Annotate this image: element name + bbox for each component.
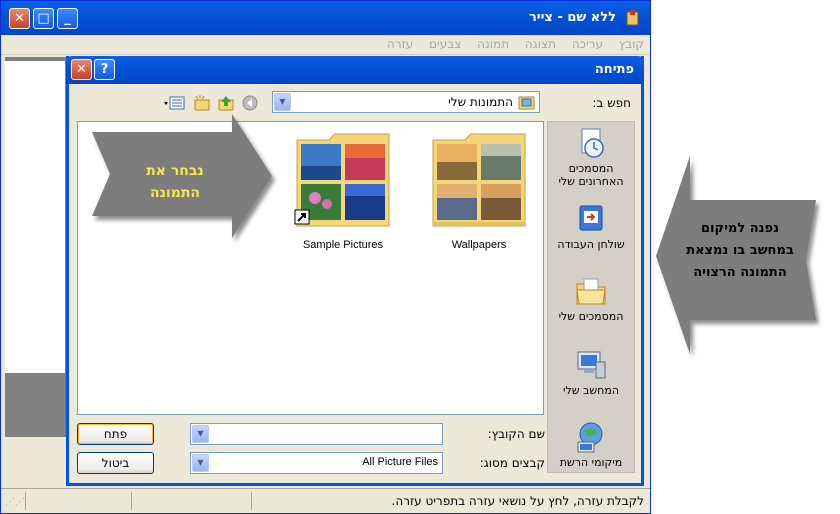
menu-view[interactable]: תצוגה: [519, 35, 562, 53]
place-label: המסמכים האחרונים שלי: [558, 162, 624, 188]
dialog-close-button[interactable]: ✕: [71, 59, 92, 80]
paint-canvas[interactable]: [5, 61, 65, 373]
place-recent-documents[interactable]: המסמכים האחרונים שלי: [548, 126, 634, 188]
paint-maximize-button[interactable]: □: [33, 8, 54, 29]
network-places-icon: [577, 422, 603, 453]
look-in-label: חפש ב:: [592, 96, 631, 110]
place-network[interactable]: מיקומי הרשת: [548, 420, 634, 469]
status-divider: [131, 492, 132, 510]
menu-image[interactable]: תמונה: [471, 35, 515, 53]
place-label: מיקומי הרשת: [559, 456, 623, 469]
file-type-value: All Picture Files: [362, 456, 438, 468]
my-documents-icon: [576, 278, 606, 305]
place-label: המסמכים שלי: [558, 310, 624, 323]
recent-documents-icon: [581, 128, 604, 158]
place-my-computer[interactable]: המחשב שלי: [548, 348, 634, 397]
paint-statusbar: ⋰⋰ לקבלת עזרה, לחץ על נושאי עזרה בתפריט …: [1, 488, 650, 513]
chevron-down-icon[interactable]: ▼: [192, 425, 209, 443]
dialog-help-button[interactable]: ?: [94, 59, 115, 80]
my-computer-icon: [577, 351, 606, 379]
status-divider: [25, 492, 26, 510]
folder-shortcut-icon: [294, 133, 390, 227]
menu-help[interactable]: עזרה: [381, 35, 419, 53]
file-name-label: שם הקובץ:: [487, 427, 545, 441]
dialog-title: פתיחה: [594, 62, 634, 77]
chevron-down-icon[interactable]: ▼: [192, 454, 209, 472]
look-in-dropdown[interactable]: ▼ התמונות שלי: [272, 91, 540, 113]
menu-edit[interactable]: עריכה: [566, 35, 609, 53]
folder-icon: [432, 133, 526, 227]
screenshot: ✕ □ _ ללא שם - צייר קובץ עריכה תצוגה תמו…: [0, 0, 840, 514]
my-pictures-icon: [518, 96, 535, 110]
menu-colors[interactable]: צבעים: [423, 35, 467, 53]
paint-menubar: קובץ עריכה תצוגה תמונה צבעים עזרה: [1, 35, 650, 55]
chevron-down-icon[interactable]: ▼: [274, 93, 291, 111]
menu-file[interactable]: קובץ: [613, 35, 650, 53]
look-in-value: התמונות שלי: [448, 95, 513, 109]
dialog-titlebar: ✕ ? פתיחה: [66, 56, 644, 84]
paint-minimize-button[interactable]: _: [57, 8, 78, 29]
callout-right-text: נפנה למיקום במחשב בו נמצאת התמונה הרצויה: [686, 221, 794, 280]
status-divider: [251, 492, 252, 510]
place-label: המחשב שלי: [563, 384, 619, 397]
places-bar: המסמכים האחרונים שלי שולחן העבודה המסמכי…: [547, 121, 635, 473]
file-type-label: קבצים מסוג:: [479, 456, 545, 470]
open-button[interactable]: פתח: [77, 423, 154, 445]
folder-name: Sample Pictures: [302, 239, 384, 251]
paint-close-button[interactable]: ✕: [9, 8, 30, 29]
folder-name: Wallpapers: [451, 239, 507, 251]
folder-wallpapers[interactable]: Wallpapers: [424, 130, 534, 251]
paint-app-icon: [626, 10, 639, 26]
callout-left-text: נבחר את התמונה: [146, 163, 204, 201]
file-name-input[interactable]: ▼: [190, 423, 443, 445]
folder-sample-pictures[interactable]: Sample Pictures: [288, 130, 398, 251]
paint-titlebar: ✕ □ _ ללא שם - צייר: [1, 1, 650, 35]
place-label: שולחן העבודה: [557, 238, 625, 251]
status-text: לקבלת עזרה, לחץ על נושאי עזרה בתפריט עזר…: [391, 494, 644, 508]
file-type-select[interactable]: ▼ All Picture Files: [190, 452, 443, 474]
cancel-button[interactable]: ביטול: [77, 452, 154, 474]
paint-title: ללא שם - צייר: [528, 10, 616, 25]
place-desktop[interactable]: שולחן העבודה: [548, 202, 634, 251]
place-my-documents[interactable]: המסמכים שלי: [548, 274, 634, 323]
desktop-icon: [579, 205, 603, 231]
resize-grip-icon[interactable]: ⋰⋰: [5, 497, 25, 508]
